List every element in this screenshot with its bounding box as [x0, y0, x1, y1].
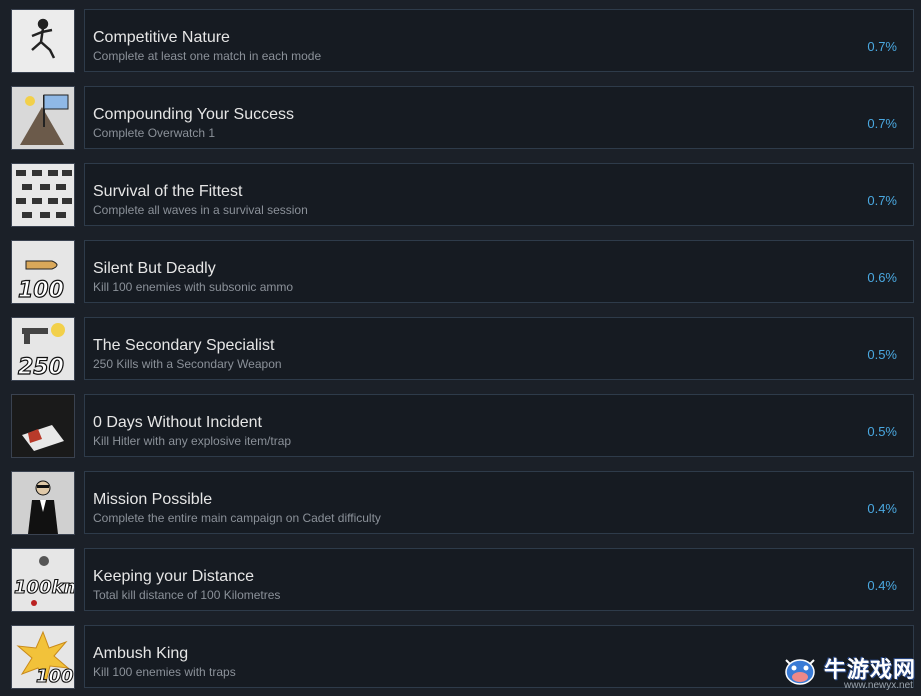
- achievement-row: 100km Keeping your Distance Total kill d…: [0, 548, 921, 613]
- achievement-description: Kill 100 enemies with subsonic ammo: [93, 280, 294, 294]
- bullet-100-icon: 100: [11, 240, 75, 304]
- achievement-percent: 0.6%: [867, 270, 897, 285]
- soldier-crowd-icon: [11, 163, 75, 227]
- pistol-250-icon: 250: [11, 317, 75, 381]
- achievement-percent: 0.7%: [867, 116, 897, 131]
- site-watermark: 牛游戏网 www.newyx.net: [780, 650, 920, 696]
- achievement-card[interactable]: Silent But Deadly Kill 100 enemies with …: [84, 240, 914, 303]
- svg-text:100km: 100km: [14, 577, 74, 598]
- achievement-description: 250 Kills with a Secondary Weapon: [93, 357, 282, 371]
- achievement-percent: 0.4%: [867, 578, 897, 593]
- distance-100km-icon: 100km: [11, 548, 75, 612]
- running-soldier-icon: [11, 9, 75, 73]
- achievement-description: Complete at least one match in each mode: [93, 49, 322, 63]
- achievement-title: The Secondary Specialist: [93, 337, 275, 354]
- achievement-percent: 0.5%: [867, 424, 897, 439]
- achievement-row: Mission Possible Complete the entire mai…: [0, 471, 921, 536]
- achievement-row: 0 Days Without Incident Kill Hitler with…: [0, 394, 921, 459]
- achievement-row: 250 The Secondary Specialist 250 Kills w…: [0, 317, 921, 382]
- trap-explosion-100-icon: 100: [11, 625, 75, 689]
- achievement-percent: 0.7%: [867, 39, 897, 54]
- achievement-card[interactable]: 0 Days Without Incident Kill Hitler with…: [84, 394, 914, 457]
- achievement-percent: 0.4%: [867, 501, 897, 516]
- achievement-card[interactable]: Competitive Nature Complete at least one…: [84, 9, 914, 72]
- achievement-row: 100 Silent But Deadly Kill 100 enemies w…: [0, 240, 921, 305]
- achievement-card[interactable]: Survival of the Fittest Complete all wav…: [84, 163, 914, 226]
- achievement-description: Complete all waves in a survival session: [93, 203, 308, 217]
- watermark-url: www.newyx.net: [844, 680, 913, 691]
- achievement-description: Complete Overwatch 1: [93, 126, 216, 140]
- achievement-title: 0 Days Without Incident: [93, 414, 262, 431]
- achievement-card[interactable]: Mission Possible Complete the entire mai…: [84, 471, 914, 534]
- achievement-description: Total kill distance of 100 Kilometres: [93, 588, 281, 602]
- svg-text:100: 100: [36, 666, 74, 687]
- achievement-card[interactable]: Keeping your Distance Total kill distanc…: [84, 548, 914, 611]
- achievement-row: Survival of the Fittest Complete all wav…: [0, 163, 921, 228]
- achievement-title: Survival of the Fittest: [93, 183, 243, 200]
- achievement-title: Competitive Nature: [93, 29, 230, 46]
- achievement-description: Kill Hitler with any explosive item/trap: [93, 434, 292, 448]
- svg-text:250: 250: [18, 355, 64, 380]
- agent-tuxedo-icon: [11, 471, 75, 535]
- achievement-title: Ambush King: [93, 645, 189, 662]
- achievement-title: Keeping your Distance: [93, 568, 254, 585]
- achievement-title: Mission Possible: [93, 491, 213, 508]
- achievement-description: Kill 100 enemies with traps: [93, 665, 236, 679]
- achievement-title: Silent But Deadly: [93, 260, 216, 277]
- achievement-percent: 0.7%: [867, 193, 897, 208]
- explosion-paper-icon: [11, 394, 75, 458]
- achievement-row: Competitive Nature Complete at least one…: [0, 9, 921, 74]
- achievement-percent: 0.5%: [867, 347, 897, 362]
- flag-on-hill-icon: [11, 86, 75, 150]
- achievement-row: Compounding Your Success Complete Overwa…: [0, 86, 921, 151]
- cow-mascot-icon: [780, 650, 820, 690]
- achievement-title: Compounding Your Success: [93, 106, 295, 123]
- achievement-description: Complete the entire main campaign on Cad…: [93, 511, 381, 525]
- svg-text:100: 100: [18, 278, 64, 303]
- achievement-card[interactable]: The Secondary Specialist 250 Kills with …: [84, 317, 914, 380]
- achievement-card[interactable]: Compounding Your Success Complete Overwa…: [84, 86, 914, 149]
